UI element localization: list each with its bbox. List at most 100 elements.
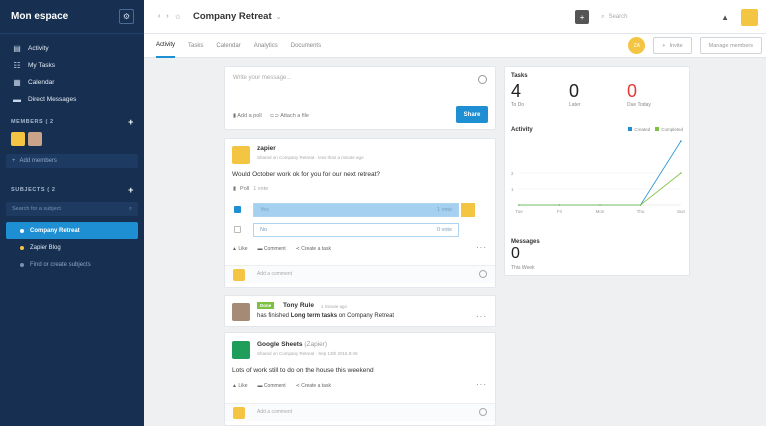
tab-analytics[interactable]: Analytics (254, 34, 278, 58)
comment-input[interactable]: Add a comment (257, 271, 292, 277)
subject-search-input[interactable]: Search for a subject ⌕ (6, 202, 138, 216)
poll-option-votes: 0 vote (437, 226, 452, 233)
subject-label: Zapier Blog (30, 244, 61, 251)
tasks-title: Tasks (511, 73, 528, 79)
members-list (0, 130, 144, 148)
tab-documents[interactable]: Documents (291, 34, 321, 58)
post-author[interactable]: zapier (257, 145, 276, 152)
poll-option-yes[interactable]: Yes 1 vote (234, 202, 475, 217)
subject-item-company-retreat[interactable]: Company Retreat (6, 222, 138, 239)
add-subject-plus-icon[interactable]: + (128, 185, 134, 195)
more-options-icon[interactable]: ··· (476, 312, 487, 321)
create-task-button[interactable]: ≺ Create a task (296, 246, 331, 252)
user-avatar (233, 269, 245, 281)
workspace-header: Mon espace ⚙ (0, 0, 144, 34)
back-arrow-icon[interactable]: ‹ (158, 13, 160, 21)
add-member-plus-icon[interactable]: + (128, 117, 134, 127)
add-members-label: Add members (19, 158, 57, 164)
post-author[interactable]: Tony Rule (283, 302, 314, 309)
poll-option-no[interactable]: No 0 vote (234, 222, 475, 237)
comment-button[interactable]: ▬ Comment (258, 383, 286, 389)
x-tick-label: Tue (515, 209, 523, 214)
invite-button[interactable]: + Invite (653, 37, 692, 54)
share-button[interactable]: Share (456, 106, 488, 123)
like-button[interactable]: ▲ Like (232, 246, 248, 252)
emoji-icon[interactable] (478, 75, 487, 84)
comment-box[interactable]: Add a comment (225, 265, 495, 283)
composer-actions: ▮ Add a poll ⊂⊃ Attach a file (233, 113, 309, 119)
attach-icon: ⊂⊃ (269, 113, 279, 119)
post-actions: ▲ Like ▬ Comment ≺ Create a task (232, 246, 331, 252)
task-link[interactable]: Long term tasks (291, 313, 337, 319)
checkbox-checked-icon[interactable] (234, 206, 241, 213)
tabs-right-controls: ZA + Invite Manage members (628, 37, 762, 54)
subject-item-find-or-create[interactable]: Find or create subjects (6, 256, 138, 273)
manage-members-button[interactable]: Manage members (699, 37, 762, 54)
checkbox-icon[interactable] (234, 226, 241, 233)
legend-swatch (655, 127, 660, 131)
forward-arrow-icon[interactable]: › (166, 13, 168, 21)
stat-todo[interactable]: 4 To Do (511, 81, 524, 108)
add-poll-button[interactable]: ▮ Add a poll (233, 113, 262, 119)
status-badge: Done (257, 302, 275, 309)
more-options-icon[interactable]: ··· (476, 380, 487, 389)
page-title[interactable]: Company Retreat (193, 11, 272, 22)
tab-tasks[interactable]: Tasks (188, 34, 203, 58)
comment-icon: ▬ (257, 246, 263, 252)
comment-box[interactable]: Add a comment (225, 403, 495, 421)
user-avatar[interactable] (741, 8, 758, 26)
like-button[interactable]: ▲ Like (232, 383, 248, 389)
chevron-down-icon[interactable]: ⌄ (276, 13, 282, 21)
workspace-title[interactable]: Mon espace (11, 11, 68, 22)
poll-bar: No 0 vote (253, 222, 459, 237)
stat-due-today[interactable]: 0 Due Today (627, 81, 651, 108)
subject-item-zapier-blog[interactable]: Zapier Blog (6, 239, 138, 256)
nav-item-direct-messages[interactable]: ▬ Direct Messages (0, 91, 144, 108)
member-avatar[interactable]: ZA (628, 37, 646, 54)
member-avatar[interactable] (11, 132, 25, 146)
author-avatar[interactable] (232, 146, 250, 164)
legend-swatch (628, 127, 633, 131)
tab-activity[interactable]: Activity (156, 34, 176, 58)
settings-icon[interactable]: ⚙ (119, 9, 134, 24)
add-icon[interactable]: + (575, 10, 590, 24)
emoji-icon[interactable] (479, 408, 487, 416)
post-author[interactable]: Google Sheets (Zapier) (257, 341, 327, 348)
emoji-icon[interactable] (479, 270, 487, 278)
comment-label: Comment (263, 383, 286, 389)
user-avatar (233, 407, 245, 419)
bell-icon[interactable]: ▲ (721, 13, 729, 22)
sidebar: Mon espace ⚙ ▤ Activity ☷ My Tasks ▦ Calend… (0, 0, 144, 426)
global-search-input[interactable]: ⌕ Search (595, 9, 713, 25)
member-avatar[interactable] (28, 132, 42, 146)
poll-header: ▮ Poll 1 vote (233, 186, 268, 192)
subject-dot (20, 228, 24, 233)
nav-item-my-tasks[interactable]: ☷ My Tasks (0, 57, 144, 74)
data-point-completed (599, 204, 601, 206)
post-card-task-done: Done Tony Rule 1 minute ago has finished… (224, 295, 496, 327)
google-sheets-icon[interactable] (232, 341, 250, 359)
add-members-icon: + (12, 158, 16, 164)
post-meta: Shared on Company Retreat · less than a … (257, 155, 364, 160)
nav-label: Activity (28, 45, 49, 52)
message-input[interactable]: Write your message... (233, 75, 291, 81)
nav-item-calendar[interactable]: ▦ Calendar (0, 74, 144, 91)
create-task-button[interactable]: ≺ Create a task (296, 383, 331, 389)
more-options-icon[interactable]: ··· (476, 243, 487, 252)
members-header: MEMBERS ( 2 (11, 119, 54, 125)
poll-icon: ▮ (233, 113, 237, 119)
add-members-button[interactable]: + Add members (6, 154, 138, 168)
post-text: has finished Long term tasks on Company … (257, 313, 394, 319)
attach-file-button[interactable]: ⊂⊃ Attach a file (270, 113, 309, 119)
comment-button[interactable]: ▬ Comment (258, 246, 286, 252)
comment-input[interactable]: Add a comment (257, 409, 292, 415)
nav-label: Calendar (28, 79, 55, 86)
stat-later[interactable]: 0 Later (569, 81, 580, 108)
tab-calendar[interactable]: Calendar (216, 34, 240, 58)
author-avatar[interactable] (232, 303, 250, 321)
star-icon[interactable]: ☆ (175, 13, 181, 21)
subjects-header: SUBJECTS ( 2 (11, 187, 56, 193)
nav-item-activity[interactable]: ▤ Activity (0, 40, 144, 57)
poll-option-label: Yes (260, 206, 269, 213)
messages-count: 0 (511, 245, 520, 262)
